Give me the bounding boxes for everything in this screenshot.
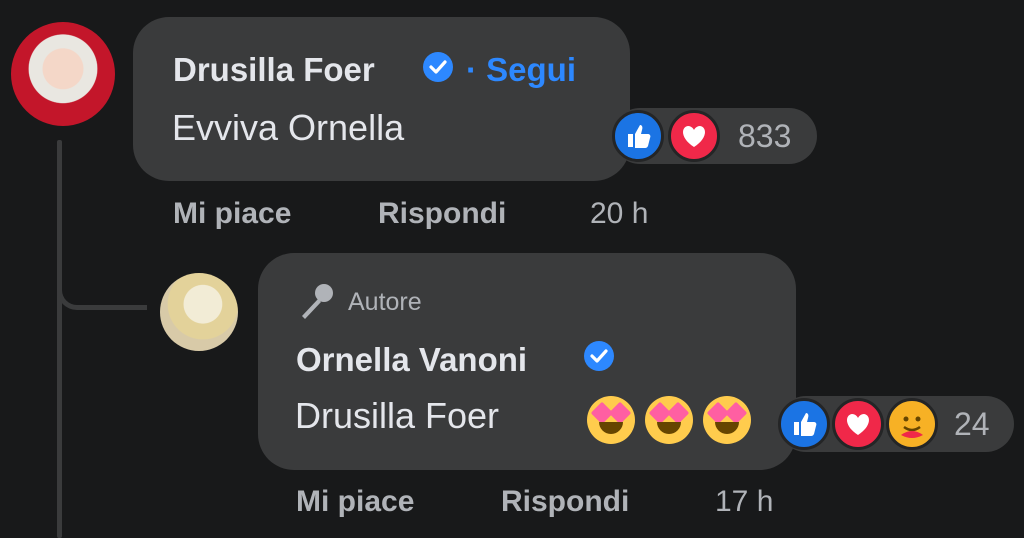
comment-text: Evviva Ornella — [172, 107, 405, 148]
avatar[interactable] — [160, 273, 238, 351]
comment-text: Drusilla Foer — [295, 395, 500, 436]
reply-button[interactable]: Rispondi — [378, 197, 506, 231]
microphone-icon — [296, 280, 338, 322]
reactions-summary[interactable]: 24 — [778, 396, 1014, 452]
reply-button[interactable]: Rispondi — [501, 485, 629, 519]
like-button[interactable]: Mi piace — [296, 485, 414, 519]
star-struck-emoji-icon — [645, 396, 693, 444]
reaction-count: 833 — [738, 118, 792, 154]
verified-icon — [584, 341, 614, 371]
timestamp[interactable]: 20 h — [590, 197, 648, 231]
verified-icon — [423, 52, 453, 82]
comment-bubble — [133, 17, 630, 181]
comment-author[interactable]: Drusilla Foer — [173, 51, 375, 89]
star-struck-emoji-icon — [587, 396, 635, 444]
comment-author[interactable]: Ornella Vanoni — [296, 341, 527, 379]
follow-link[interactable]: · Segui — [466, 51, 576, 89]
avatar[interactable] — [11, 22, 115, 126]
reactions-summary[interactable]: 833 — [612, 108, 817, 164]
like-button[interactable]: Mi piace — [173, 197, 291, 231]
love-reaction-icon — [668, 110, 720, 162]
like-reaction-icon — [778, 398, 830, 450]
care-reaction-icon — [886, 398, 938, 450]
thread-line — [57, 140, 62, 538]
like-reaction-icon — [612, 110, 664, 162]
love-reaction-icon — [832, 398, 884, 450]
reply-connector — [57, 290, 147, 310]
star-struck-emoji-icon — [703, 396, 751, 444]
author-badge: Autore — [348, 288, 422, 316]
reaction-count: 24 — [954, 406, 990, 442]
timestamp[interactable]: 17 h — [715, 485, 773, 519]
